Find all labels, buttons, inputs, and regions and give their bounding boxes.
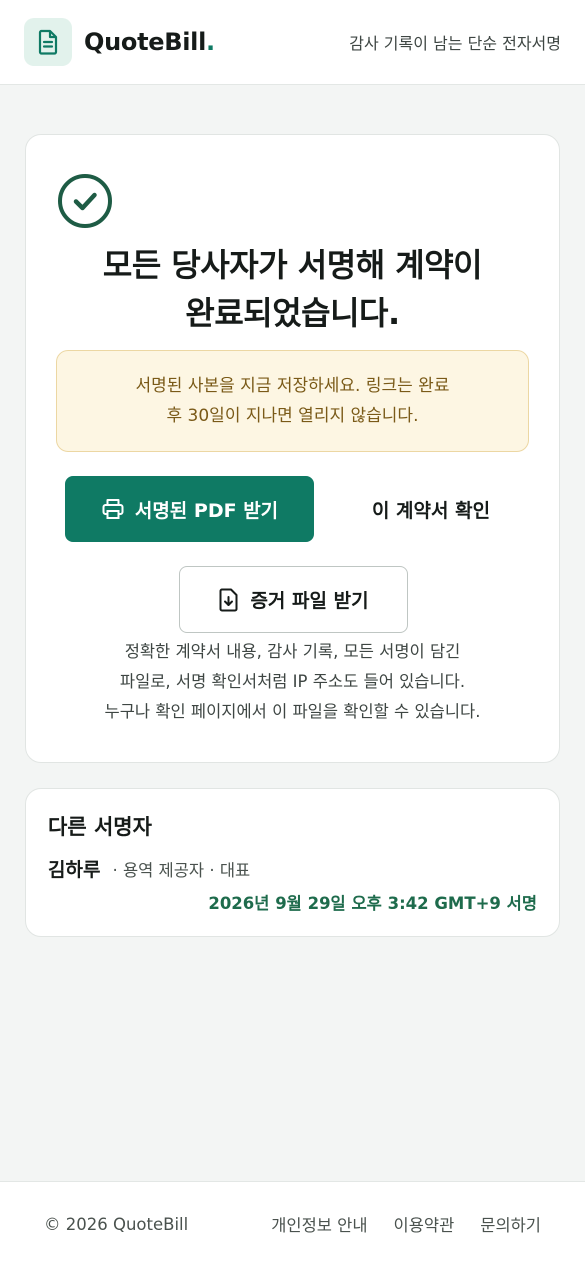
completion-headline: 모든 당사자가 서명해 계약이 완료되었습니다. — [46, 241, 539, 337]
signer-name: 김하루 — [48, 859, 101, 881]
footer-links: 개인정보 안내 이용약관 문의하기 — [271, 1212, 541, 1236]
footer-link-privacy[interactable]: 개인정보 안내 — [271, 1212, 367, 1236]
notice-line-2: 후 30일이 지나면 열리지 않습니다. — [166, 406, 419, 426]
evidence-desc-line-1: 정확한 계약서 내용, 감사 기록, 모든 서명이 담긴 — [124, 642, 461, 661]
evidence-desc-line-3: 누구나 확인 페이지에서 이 파일을 확인할 수 있습니다. — [104, 702, 481, 721]
headline-line-2: 완료되었습니다. — [185, 294, 400, 332]
printer-icon — [102, 499, 124, 519]
check-circle-icon — [58, 174, 112, 228]
copyright: © 2026 QuoteBill — [44, 1214, 189, 1234]
brand-dot: . — [206, 28, 215, 56]
other-signers-card: 다른 서명자 김하루 · 용역 제공자 · 대표 2026년 9월 29일 오후… — [25, 788, 560, 937]
headline-line-1: 모든 당사자가 서명해 계약이 — [102, 246, 483, 284]
app-header: QuoteBill. 감사 기록이 남는 단순 전자서명 — [0, 0, 585, 85]
file-download-icon — [219, 588, 238, 611]
footer-link-contact[interactable]: 문의하기 — [480, 1212, 541, 1236]
signer-row: 김하루 · 용역 제공자 · 대표 — [48, 855, 537, 882]
app-footer: © 2026 QuoteBill 개인정보 안내 이용약관 문의하기 — [0, 1181, 585, 1266]
evidence-description: 정확한 계약서 내용, 감사 기록, 모든 서명이 담긴 파일로, 서명 확인서… — [46, 637, 539, 727]
evidence-label: 증거 파일 받기 — [250, 590, 369, 612]
brand-name[interactable]: QuoteBill. — [84, 28, 215, 56]
evidence-desc-line-2: 파일로, 서명 확인서처럼 IP 주소도 들어 있습니다. — [119, 672, 466, 691]
logo[interactable] — [24, 18, 72, 66]
signer-signed-at: 2026년 9월 29일 오후 3:42 GMT+9 서명 — [208, 894, 537, 913]
save-notice: 서명된 사본을 지금 저장하세요. 링크는 완료 후 30일이 지나면 열리지 … — [56, 350, 529, 452]
signer-role: · 용역 제공자 · 대표 — [112, 861, 251, 880]
header-tagline: 감사 기록이 남는 단순 전자서명 — [349, 34, 561, 53]
view-contract-link[interactable]: 이 계약서 확인 — [336, 476, 526, 542]
footer-link-terms[interactable]: 이용약관 — [394, 1212, 455, 1236]
notice-line-1: 서명된 사본을 지금 저장하세요. 링크는 완료 — [135, 376, 450, 396]
download-pdf-label: 서명된 PDF 받기 — [134, 499, 279, 522]
download-signed-pdf-button[interactable]: 서명된 PDF 받기 — [65, 476, 314, 542]
completion-card: 모든 당사자가 서명해 계약이 완료되었습니다. 서명된 사본을 지금 저장하세… — [25, 134, 560, 763]
signers-title: 다른 서명자 — [48, 815, 152, 839]
download-evidence-button[interactable]: 증거 파일 받기 — [179, 566, 408, 633]
document-icon — [38, 29, 58, 55]
